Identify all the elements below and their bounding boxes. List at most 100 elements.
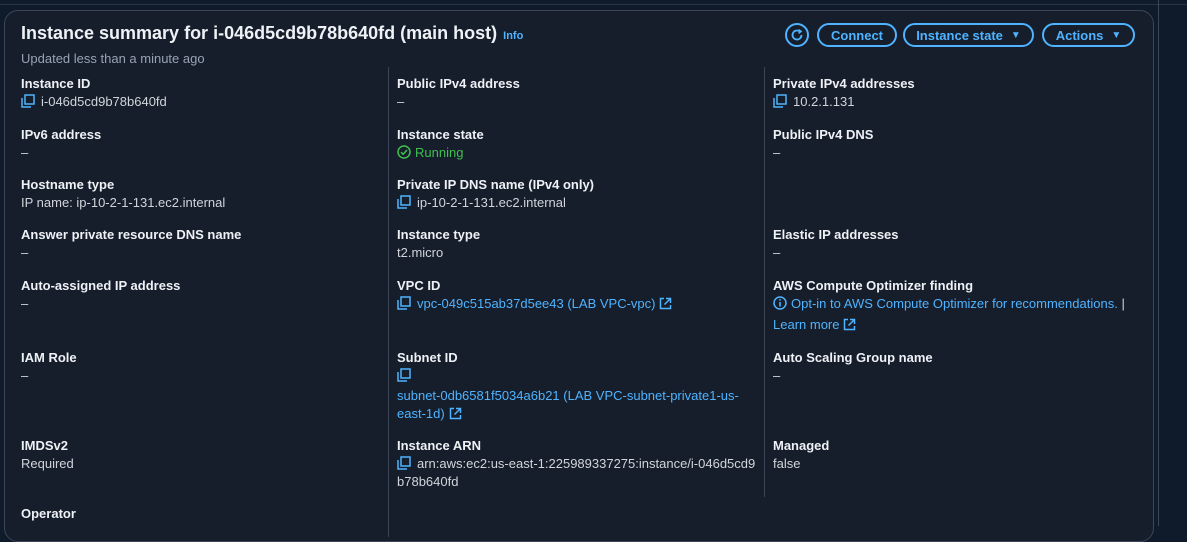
- external-link-icon: [844, 318, 856, 331]
- field-label: AWS Compute Optimizer finding: [773, 278, 974, 293]
- page-title: Instance summary for i-046d5cd9b78b640fd…: [21, 23, 523, 44]
- field-value: –: [773, 145, 781, 160]
- subnet-id-link[interactable]: subnet-0db6581f5034a6b21 (LAB VPC-subnet…: [397, 387, 739, 405]
- field-value: ip-10-2-1-131.ec2.internal: [397, 194, 594, 212]
- field-label: Subnet ID: [397, 350, 458, 365]
- field-public-dns: Public IPv4 DNS –: [773, 126, 873, 162]
- field-value: –: [21, 368, 29, 383]
- connect-button[interactable]: Connect: [817, 23, 897, 47]
- field-operator: Operator: [21, 505, 76, 523]
- field-label: Instance ARN: [397, 438, 482, 453]
- actions-label: Actions: [1055, 27, 1104, 43]
- field-subnet-id: Subnet ID subnet-0db6581f5034a6b21 (LAB …: [397, 349, 739, 423]
- info-circle-icon: [773, 296, 787, 310]
- copy-icon[interactable]: [397, 296, 411, 310]
- field-label: Public IPv4 address: [397, 76, 520, 91]
- field-label: Private IP DNS name (IPv4 only): [397, 177, 594, 192]
- copy-icon[interactable]: [397, 368, 411, 382]
- field-value-line: Learn more: [773, 316, 1125, 334]
- field-value: t2.micro: [397, 245, 444, 260]
- external-link-icon: [449, 407, 461, 420]
- field-value: –: [397, 94, 405, 109]
- field-ipv6: IPv6 address –: [21, 126, 101, 162]
- separator: |: [1121, 296, 1125, 311]
- field-label: IMDSv2: [21, 438, 68, 453]
- field-value: –: [21, 145, 29, 160]
- field-label: Instance state: [397, 127, 484, 142]
- learn-more-link[interactable]: Learn more: [773, 317, 839, 332]
- copy-icon[interactable]: [397, 195, 411, 209]
- instance-arn-value-cont: b78b640fd: [397, 474, 459, 489]
- field-instance-type: Instance type t2.micro: [397, 226, 480, 262]
- field-value: Required: [21, 456, 74, 471]
- field-label: Answer private resource DNS name: [21, 227, 242, 242]
- copy-icon[interactable]: [397, 456, 411, 470]
- field-answer-dns: Answer private resource DNS name –: [21, 226, 241, 262]
- info-link[interactable]: Info: [503, 30, 523, 42]
- instance-summary-panel: Instance summary for i-046d5cd9b78b640fd…: [4, 10, 1154, 542]
- instance-state-button[interactable]: Instance state ▼: [903, 23, 1034, 47]
- private-ipv4-value: 10.2.1.131: [793, 94, 855, 109]
- running-status: Running: [415, 145, 464, 160]
- field-label: Public IPv4 DNS: [773, 127, 874, 142]
- field-label: Operator: [21, 506, 76, 521]
- field-label: IPv6 address: [21, 127, 102, 142]
- field-private-ipv4: Private IPv4 addresses 10.2.1.131: [773, 75, 915, 111]
- caret-down-icon: ▼: [1111, 29, 1122, 41]
- field-value: –: [21, 245, 29, 260]
- field-asg-name: Auto Scaling Group name –: [773, 349, 933, 385]
- field-label: Private IPv4 addresses: [773, 76, 915, 91]
- field-managed: Managed false: [773, 437, 829, 473]
- field-label: Auto-assigned IP address: [21, 278, 181, 293]
- field-public-ipv4: Public IPv4 address –: [397, 75, 520, 111]
- updated-subtitle: Updated less than a minute ago: [21, 51, 205, 66]
- field-label: IAM Role: [21, 350, 77, 365]
- refresh-button[interactable]: [785, 23, 809, 47]
- field-value: –: [21, 296, 29, 311]
- title-text: Instance summary for i-046d5cd9b78b640fd…: [21, 23, 498, 43]
- field-value: false: [773, 456, 801, 471]
- field-value: arn:aws:ec2:us-east-1:225989337275:insta…: [397, 455, 755, 473]
- field-value: vpc-049c515ab37d5ee43 (LAB VPC-vpc): [397, 295, 672, 313]
- refresh-icon: [791, 28, 803, 41]
- field-value: [397, 367, 739, 385]
- instance-arn-value: arn:aws:ec2:us-east-1:225989337275:insta…: [417, 456, 756, 471]
- field-label: Elastic IP addresses: [773, 227, 899, 242]
- field-private-dns: Private IP DNS name (IPv4 only) ip-10-2-…: [397, 176, 594, 212]
- connect-label: Connect: [831, 27, 883, 43]
- field-label: Instance ID: [21, 76, 91, 91]
- subnet-id-link-cont[interactable]: east-1d): [397, 406, 445, 421]
- field-value: i-046d5cd9b78b640fd: [21, 93, 167, 111]
- actions-button[interactable]: Actions ▼: [1042, 23, 1135, 47]
- field-label: Hostname type: [21, 177, 115, 192]
- field-hostname-type: Hostname type IP name: ip-10-2-1-131.ec2…: [21, 176, 225, 212]
- field-value: 10.2.1.131: [773, 93, 915, 111]
- field-instance-arn: Instance ARN arn:aws:ec2:us-east-1:22598…: [397, 437, 755, 491]
- external-link-icon: [660, 297, 672, 310]
- field-compute-optimizer: AWS Compute Optimizer finding Opt-in to …: [773, 277, 1125, 334]
- instance-id-value: i-046d5cd9b78b640fd: [41, 94, 167, 109]
- optimizer-opt-in-link[interactable]: Opt-in to AWS Compute Optimizer for reco…: [791, 296, 1118, 311]
- right-divider: [1158, 0, 1159, 526]
- field-label: Auto Scaling Group name: [773, 350, 933, 365]
- copy-icon[interactable]: [21, 94, 35, 108]
- vpc-id-link[interactable]: vpc-049c515ab37d5ee43 (LAB VPC-vpc): [417, 296, 655, 311]
- field-label: VPC ID: [397, 278, 441, 293]
- field-value-line: east-1d): [397, 405, 739, 423]
- check-circle-icon: [397, 145, 411, 159]
- column-divider: [764, 67, 765, 497]
- private-dns-value: ip-10-2-1-131.ec2.internal: [417, 195, 566, 210]
- instance-state-label: Instance state: [916, 27, 1003, 43]
- field-value: –: [773, 245, 781, 260]
- top-divider: [0, 0, 1187, 5]
- field-imdsv2: IMDSv2 Required: [21, 437, 74, 473]
- field-label: Managed: [773, 438, 830, 453]
- field-label: Instance type: [397, 227, 481, 242]
- field-iam-role: IAM Role –: [21, 349, 77, 385]
- copy-icon[interactable]: [773, 94, 787, 108]
- caret-down-icon: ▼: [1010, 29, 1021, 41]
- field-value: IP name: ip-10-2-1-131.ec2.internal: [21, 195, 226, 210]
- field-vpc-id: VPC ID vpc-049c515ab37d5ee43 (LAB VPC-vp…: [397, 277, 672, 313]
- field-value: Running: [397, 144, 484, 162]
- field-elastic-ip: Elastic IP addresses –: [773, 226, 899, 262]
